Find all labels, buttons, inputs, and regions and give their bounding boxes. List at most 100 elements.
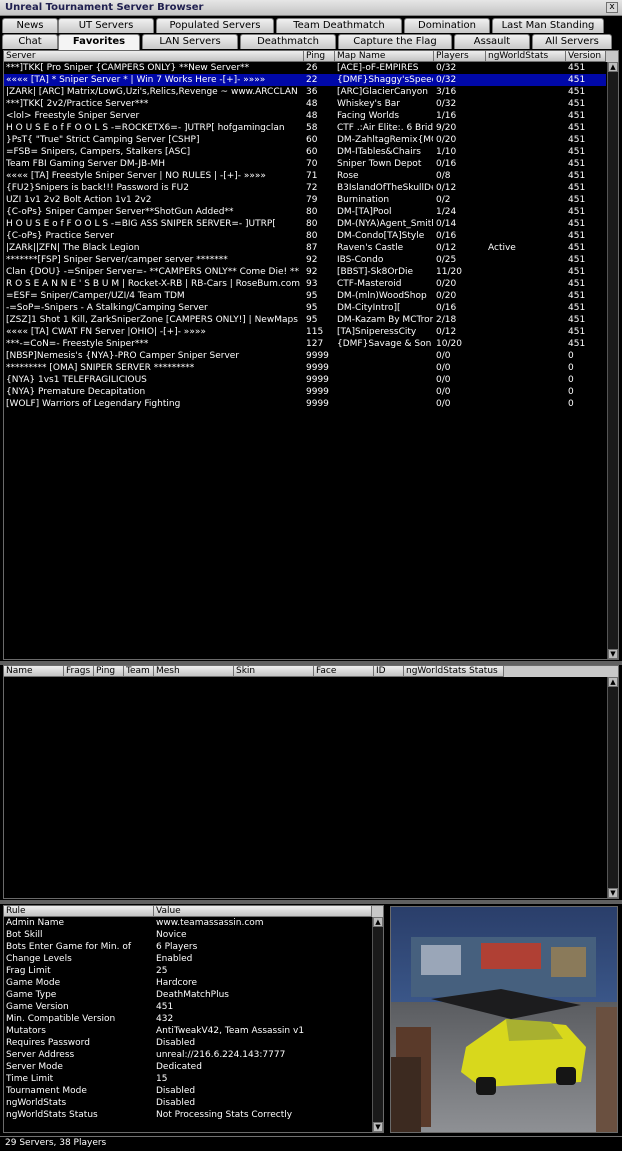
server-cell: «««« [TA] * Sniper Server * | Win 7 Work… — [6, 75, 266, 85]
server-row[interactable]: {C-oPs} Practice Server 80 DM-Condo[TA]Sty… — [4, 230, 606, 242]
server-row[interactable]: <lol> Freestyle Sniper Server 48 Facing Wo… — [4, 110, 606, 122]
scroll-down-icon[interactable]: ▼ — [373, 1122, 383, 1132]
server-cell: 1/16 — [436, 111, 457, 121]
column-header-skin[interactable]: Skin — [234, 666, 314, 677]
column-header-ping[interactable]: Ping — [304, 51, 335, 62]
tab-team-deathmatch[interactable]: Team Deathmatch — [276, 18, 402, 33]
rule-name: Min. Compatible Version — [6, 1014, 116, 1024]
server-row[interactable]: }PsT{ "True" Strict Camping Server [CSHP… — [4, 134, 606, 146]
server-row[interactable]: [NBSP]Nemesis's {NYA}-PRO Camper Sniper … — [4, 350, 606, 362]
scroll-down-icon[interactable]: ▼ — [608, 649, 618, 659]
rule-value: Disabled — [156, 1098, 196, 1108]
server-row[interactable]: ********* [OMA] SNIPER SERVER ********* 9… — [4, 362, 606, 374]
column-header-players[interactable]: Players — [434, 51, 486, 62]
map-screenshot-preview — [390, 906, 618, 1133]
column-header-name[interactable]: Name — [4, 666, 64, 677]
scroll-up-icon[interactable]: ▲ — [608, 62, 618, 72]
column-header-face[interactable]: Face — [314, 666, 374, 677]
server-row[interactable]: H O U S E o f F O O L S -=ROCKETX6=- ]UT… — [4, 122, 606, 134]
tab-deathmatch[interactable]: Deathmatch — [240, 34, 336, 49]
server-row[interactable]: Clan {DOU} -=Sniper Server=- **CAMPERS O… — [4, 266, 606, 278]
tab-domination[interactable]: Domination — [404, 18, 490, 33]
server-row[interactable]: ***]TKK[ 2v2/Practice Server*** 48 Whiskey… — [4, 98, 606, 110]
server-row[interactable]: «««« [TA] CWAT FN Server |OHIO| -[+]- »»… — [4, 326, 606, 338]
server-row[interactable]: [ZSZ]1 Shot 1 Kill, ZarkSniperZone [CAMP… — [4, 314, 606, 326]
rule-value: Disabled — [156, 1038, 196, 1048]
server-row[interactable]: H O U S E o f F O O L S -=BIG ASS SNIPER… — [4, 218, 606, 230]
server-list-scrollbar[interactable]: ▲ ▼ — [607, 62, 618, 659]
server-row[interactable]: ***]TKK[ Pro Sniper {CAMPERS ONLY} **New… — [4, 62, 606, 74]
server-row[interactable]: ***-=CoN=- Freestyle Sniper*** 127 {DMF}Sa… — [4, 338, 606, 350]
tab-lan-servers[interactable]: LAN Servers — [142, 34, 238, 49]
column-header-rule[interactable]: Rule — [4, 906, 154, 917]
column-header-ngworldstats[interactable]: ngWorldStats — [486, 51, 566, 62]
column-header-id[interactable]: ID — [374, 666, 404, 677]
scroll-up-icon[interactable]: ▲ — [373, 917, 383, 927]
server-row[interactable]: =ESF= Sniper/Camper/UZI/4 Team TDM 95 DM-(… — [4, 290, 606, 302]
player-list: Name Frags Ping Team Mesh Skin Face ID ngWorldSt… — [3, 665, 619, 899]
player-list-scrollbar[interactable]: ▲ ▼ — [607, 677, 618, 898]
server-row[interactable]: *******[FSP] Sniper Server/camper server… — [4, 254, 606, 266]
server-row[interactable]: -=SoP=-Snipers - A Stalking/Camping Serv… — [4, 302, 606, 314]
tab-favorites[interactable]: Favorites — [58, 34, 140, 50]
tab-capture-the-flag[interactable]: Capture the Flag — [338, 34, 452, 49]
tab-ut-servers[interactable]: UT Servers — [58, 18, 154, 33]
server-cell: [ACE]-oF-EMPIRES — [337, 63, 419, 73]
server-cell: 95 — [306, 291, 318, 301]
server-row[interactable]: {C-oPs} Sniper Camper Server**ShotGun Ad… — [4, 206, 606, 218]
server-row[interactable]: UZI 1v1 2v2 Bolt Action 1v1 2v2 79 Burnina… — [4, 194, 606, 206]
server-cell: B3IslandOfTheSkullDeat — [337, 183, 433, 193]
rules-scrollbar[interactable]: ▲ ▼ — [372, 917, 383, 1132]
column-header-ping[interactable]: Ping — [94, 666, 124, 677]
tab-assault[interactable]: Assault — [454, 34, 530, 49]
server-cell: R O S E A N N E ' S B U M | Rocket-X-RB … — [6, 279, 300, 289]
tab-all-servers[interactable]: All Servers — [532, 34, 612, 49]
column-header-frags[interactable]: Frags — [64, 666, 94, 677]
rule-row: Requires Password Disabled — [4, 1037, 371, 1049]
server-cell: [BBST]-Sk8OrDie — [337, 267, 414, 277]
tab-chat[interactable]: Chat — [2, 34, 58, 49]
column-header-map-name[interactable]: Map Name — [335, 51, 434, 62]
server-cell: }PsT{ "True" Strict Camping Server [CSHP… — [6, 135, 200, 145]
server-cell: 80 — [306, 207, 318, 217]
server-row[interactable]: R O S E A N N E ' S B U M | Rocket-X-RB … — [4, 278, 606, 290]
server-cell — [337, 398, 433, 410]
column-header-team[interactable]: Team — [124, 666, 154, 677]
server-row[interactable]: [WOLF] Warriors of Legendary Fighting 999… — [4, 398, 606, 410]
server-cell: 451 — [568, 63, 586, 73]
server-row[interactable]: Team FBI Gaming Server DM-JB-MH 70 Sniper … — [4, 158, 606, 170]
splitter-bottom[interactable] — [0, 900, 622, 904]
scroll-up-icon[interactable]: ▲ — [608, 677, 618, 687]
column-header-value[interactable]: Value — [154, 906, 372, 917]
tab-news[interactable]: News — [2, 18, 58, 33]
server-row[interactable]: |ZARk| [ARC] Matrix/LowG,Uzi's,Relics,Re… — [4, 86, 606, 98]
rule-name: Game Version — [6, 1002, 69, 1012]
rule-value: 451 — [156, 1002, 174, 1012]
close-button[interactable]: x — [606, 2, 618, 13]
column-header-server[interactable]: Server — [4, 51, 304, 62]
server-cell: 71 — [306, 171, 318, 181]
column-header-version[interactable]: Version — [566, 51, 606, 62]
server-cell: Clan {DOU} -=Sniper Server=- **CAMPERS O… — [6, 267, 299, 277]
server-row[interactable]: {NYA} 1vs1 TELEFRAGILICIOUS 9999 0/0 0 — [4, 374, 606, 386]
server-row[interactable]: «««« [TA] Freestyle Sniper Server | NO R… — [4, 170, 606, 182]
tab-populated-servers[interactable]: Populated Servers — [156, 18, 274, 33]
server-cell: 451 — [568, 315, 586, 325]
column-header-mesh[interactable]: Mesh — [154, 666, 234, 677]
rule-row: Bot Skill Novice — [4, 929, 371, 941]
server-cell: 9999 — [306, 363, 329, 373]
map-screenshot-image — [391, 907, 617, 1132]
server-cell: 0 — [568, 399, 574, 409]
server-row[interactable]: «««« [TA] * Sniper Server * | Win 7 Work… — [4, 74, 606, 86]
server-row[interactable]: =FSB= Snipers, Campers, Stalkers [ASC] 60… — [4, 146, 606, 158]
server-row[interactable]: {NYA} Premature Decapitation 9999 0/0 0 — [4, 386, 606, 398]
column-header-ngworldstats-status[interactable]: ngWorldStats Status — [404, 666, 504, 677]
scroll-down-icon[interactable]: ▼ — [608, 888, 618, 898]
rule-row: Game Mode Hardcore — [4, 977, 371, 989]
server-row[interactable]: {FU2}Snipers is back!!! Password is FU2 7… — [4, 182, 606, 194]
tab-last-man-standing[interactable]: Last Man Standing — [492, 18, 604, 33]
server-cell: 92 — [306, 267, 318, 277]
rule-value: 15 — [156, 1074, 168, 1084]
server-row[interactable]: |ZARk||ZFN| The Black Legion 87 Raven's Ca… — [4, 242, 606, 254]
rule-row: Admin Name www.teamassassin.com — [4, 917, 371, 929]
